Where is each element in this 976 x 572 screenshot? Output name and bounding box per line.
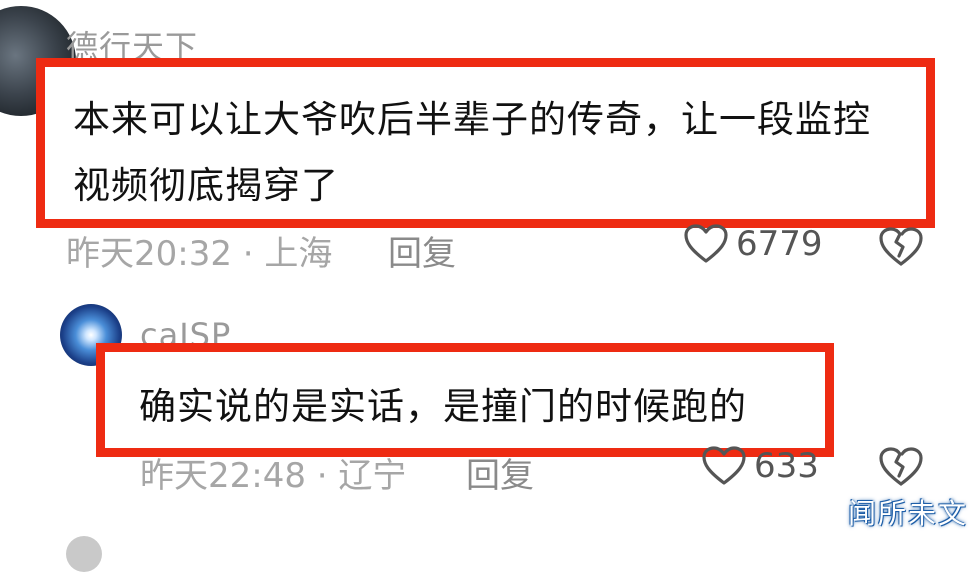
- broken-heart-icon: [878, 227, 924, 272]
- like-count: 633: [754, 446, 819, 486]
- heart-outline-icon: [684, 224, 728, 264]
- comment-highlight-box: 确实说的是实话，是撞门的时候跑的: [96, 343, 834, 457]
- dislike-button[interactable]: [878, 446, 924, 492]
- comment-text-line: 确实说的是实话，是撞门的时候跑的: [139, 385, 747, 428]
- watermark: 闻所未文: [847, 497, 968, 530]
- comment-highlight-box: 本来可以让大爷吹后半辈子的传奇，让一段监控 视频彻底揭穿了: [36, 58, 935, 228]
- reply-button[interactable]: 回复: [466, 448, 534, 497]
- heart-outline-icon: [702, 446, 746, 486]
- comment-text-line: 本来可以让大爷吹后半辈子的传奇，让一段监控: [73, 98, 871, 141]
- comment-text: 确实说的是实话，是撞门的时候跑的: [105, 352, 825, 440]
- like-button[interactable]: 6779: [684, 224, 823, 264]
- comment-text-line: 视频彻底揭穿了: [73, 164, 339, 207]
- comment-meta: 昨天22:48 · 辽宁: [140, 456, 407, 496]
- reply-button[interactable]: 回复: [388, 226, 456, 275]
- dislike-button[interactable]: [878, 226, 924, 272]
- avatar[interactable]: [66, 536, 102, 572]
- like-button[interactable]: 633: [702, 446, 819, 486]
- comment-text: 本来可以让大爷吹后半辈子的传奇，让一段监控 视频彻底揭穿了: [45, 67, 926, 219]
- like-count: 6779: [736, 224, 823, 264]
- comment-meta: 昨天20:32 · 上海: [66, 234, 333, 274]
- broken-heart-icon: [878, 447, 924, 492]
